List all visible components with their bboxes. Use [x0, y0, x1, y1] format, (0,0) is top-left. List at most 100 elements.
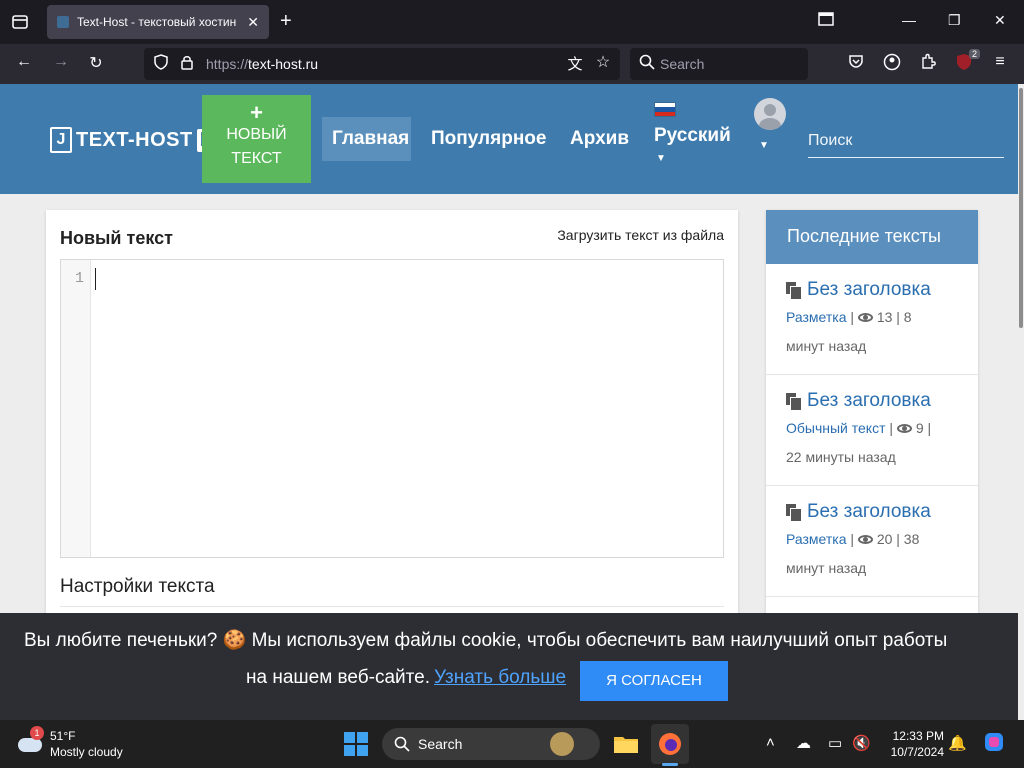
tab-list-icon[interactable]: [8, 10, 32, 34]
clock-date: 10/7/2024: [890, 745, 944, 759]
meta-separator: | 38: [892, 531, 920, 547]
bookmark-star-icon[interactable]: ☆: [592, 52, 614, 74]
view-count: 9: [915, 420, 924, 436]
site-favicon-icon: [57, 16, 69, 28]
firefox-icon[interactable]: [654, 728, 686, 760]
close-tab-icon[interactable]: ✕: [247, 14, 259, 31]
menu-icon[interactable]: ≡: [989, 53, 1011, 75]
user-menu-chevron-icon[interactable]: ▼: [759, 140, 769, 151]
ublock-icon[interactable]: 2: [953, 49, 980, 75]
forward-icon[interactable]: →: [50, 53, 72, 75]
back-icon[interactable]: ←: [13, 53, 35, 75]
new-text-line1: НОВЫЙ: [226, 126, 287, 143]
copilot-icon[interactable]: [982, 730, 1006, 758]
list-item: Без заголовка Обычный текст | 9 | 22 мину…: [766, 375, 978, 486]
category-link[interactable]: Разметка: [786, 531, 847, 547]
language-selector[interactable]: Русский ▼: [654, 102, 734, 164]
meta-separator: |: [885, 420, 897, 436]
search-highlight-icon: [550, 732, 574, 756]
editor-title: Новый текст: [60, 228, 173, 248]
recent-text-meta: Разметка | 13 | 8 минут назад: [786, 303, 968, 361]
url-host: text-host.ru: [248, 56, 319, 72]
copy-document-icon: [786, 393, 802, 411]
meta-separator: | 8: [892, 309, 912, 325]
posted-time: минут назад: [786, 560, 867, 576]
text-cursor: [95, 268, 96, 290]
notification-badge: 1: [30, 726, 44, 740]
volume-icon[interactable]: 🔇: [852, 734, 871, 752]
new-tab-icon[interactable]: +: [280, 11, 292, 31]
category-link[interactable]: Обычный текст: [786, 420, 886, 436]
close-window-icon[interactable]: ✕: [994, 12, 1006, 29]
eye-icon: [857, 313, 873, 322]
notification-bell-icon[interactable]: 🔔: [948, 734, 967, 752]
new-text-button[interactable]: + НОВЫЙ ТЕКСТ: [202, 95, 311, 183]
text-editor[interactable]: 1: [60, 259, 724, 558]
list-item: Без заголовка Разметка | 20 | 38 минут на…: [766, 486, 978, 597]
copy-document-icon: [786, 282, 802, 300]
active-app-indicator: [662, 763, 678, 766]
new-text-line2: ТЕКСТ: [231, 150, 282, 167]
weather-description: Mostly cloudy: [50, 745, 123, 759]
posted-time: 22 минуты назад: [786, 449, 896, 465]
accept-cookies-button[interactable]: Я СОГЛАСЕН: [580, 661, 728, 701]
nav-home[interactable]: Главная: [332, 128, 409, 150]
meta-separator: |: [923, 420, 932, 436]
cookie-message-line1: Вы любите печеньки? 🍪 Мы используем файл…: [24, 630, 948, 651]
recent-text-title: Без заголовка: [807, 279, 931, 300]
address-bar[interactable]: https://text-host.ru 文 ☆: [144, 48, 620, 80]
windows-start-icon[interactable]: [344, 732, 368, 756]
account-icon[interactable]: [881, 53, 903, 75]
onedrive-icon[interactable]: ☁: [796, 734, 811, 752]
extensions-icon[interactable]: [917, 53, 939, 75]
taskbar-search-placeholder: Search: [418, 736, 463, 752]
recent-text-link[interactable]: Без заголовка: [786, 279, 968, 301]
plus-icon: +: [250, 100, 263, 125]
settings-title: Настройки текста: [60, 576, 215, 597]
browser-search-box[interactable]: Search: [630, 48, 808, 80]
cookie-message-text: на нашем веб-сайте.: [246, 667, 431, 688]
upload-file-link[interactable]: Загрузить текст из файла: [557, 227, 724, 243]
russian-flag-icon: [654, 102, 676, 117]
picture-in-picture-icon[interactable]: [818, 12, 834, 29]
nav-popular[interactable]: Популярное: [431, 128, 546, 150]
category-link[interactable]: Разметка: [786, 309, 847, 325]
learn-more-link[interactable]: Узнать больше: [434, 667, 566, 688]
site-search[interactable]: [808, 124, 1004, 158]
extension-badge: 2: [968, 49, 980, 59]
pocket-icon[interactable]: [845, 53, 867, 75]
chevron-down-icon: ▼: [656, 153, 666, 164]
posted-time: минут назад: [786, 338, 867, 354]
scrollbar-thumb[interactable]: [1019, 88, 1023, 328]
divider: [60, 606, 724, 607]
list-item: Без заголовка Разметка | 13 | 8 минут наз…: [766, 264, 978, 375]
browser-toolbar: ← → ↻ https://text-host.ru 文 ☆ Search 2 …: [0, 44, 1024, 84]
tab-title: Text-Host - текстовый хостинг: [77, 15, 237, 29]
browser-search-placeholder: Search: [660, 56, 705, 72]
meta-separator: |: [846, 309, 858, 325]
user-avatar[interactable]: [754, 98, 786, 130]
recent-text-link[interactable]: Без заголовка: [786, 501, 968, 523]
chevron-up-icon[interactable]: ˄: [766, 734, 775, 751]
recent-text-title: Без заголовка: [807, 390, 931, 411]
reload-icon[interactable]: ↻: [85, 53, 107, 75]
system-clock[interactable]: 12:33 PM 10/7/2024: [870, 728, 944, 760]
logo-text: TEXT-HOST: [76, 128, 193, 151]
shield-icon[interactable]: [150, 54, 172, 76]
page-viewport: J TEXT-HOST RU + НОВЫЙ ТЕКСТ Главная Поп…: [0, 84, 1024, 720]
network-icon[interactable]: ▭: [828, 734, 842, 752]
recent-text-title: Без заголовка: [807, 501, 931, 522]
lock-icon[interactable]: [176, 54, 198, 76]
site-search-input[interactable]: [808, 124, 1004, 157]
restore-icon[interactable]: ❐: [948, 12, 961, 29]
recent-text-link[interactable]: Без заголовка: [786, 390, 968, 412]
file-explorer-icon[interactable]: [610, 728, 642, 760]
minimize-icon[interactable]: —: [902, 12, 916, 28]
nav-archive[interactable]: Архив: [570, 128, 629, 150]
browser-tab-active[interactable]: Text-Host - текстовый хостинг ✕: [47, 5, 269, 39]
taskbar-search[interactable]: Search: [382, 728, 600, 760]
page-scrollbar[interactable]: [1018, 84, 1024, 720]
url-text[interactable]: https://text-host.ru: [206, 56, 318, 72]
translate-icon[interactable]: 文: [564, 53, 586, 75]
recent-text-meta: Разметка | 20 | 38 минут назад: [786, 525, 968, 583]
